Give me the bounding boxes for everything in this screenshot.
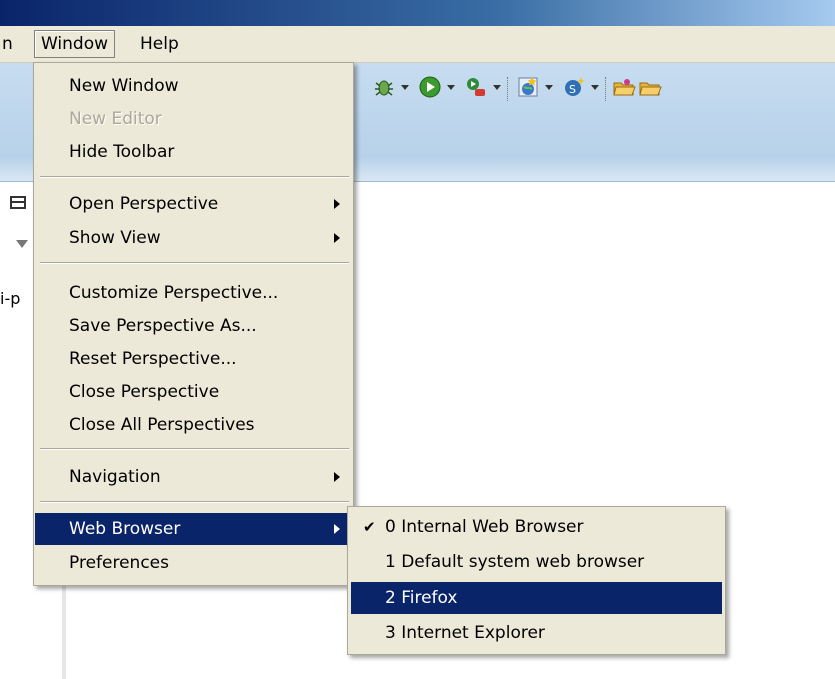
menu-separator — [40, 448, 349, 450]
menu-item-new-window[interactable]: New Window — [35, 70, 352, 102]
menu-item-label: Save Perspective As... — [69, 316, 257, 336]
new-server-dropdown-arrow-icon[interactable] — [545, 85, 553, 90]
menu-item-close-all-perspectives[interactable]: Close All Perspectives — [35, 409, 352, 441]
menu-separator — [40, 176, 349, 178]
menu-item-preferences[interactable]: Preferences — [35, 547, 352, 579]
menu-item-new-editor: New Editor — [35, 103, 352, 135]
new-class-dropdown-arrow-icon[interactable] — [591, 85, 599, 90]
new-class-icon[interactable]: S — [562, 75, 586, 99]
submenu-arrow-icon — [334, 199, 340, 209]
menu-separator — [40, 262, 349, 264]
submenu-item-firefox[interactable]: 2 Firefox — [351, 582, 722, 614]
menu-bar-item-window[interactable]: Window — [34, 30, 116, 58]
submenu-item-internal-web-browser[interactable]: ✔ 0 Internal Web Browser — [351, 511, 722, 543]
menu-bar-item-help[interactable]: Help — [134, 30, 185, 58]
submenu-item-internet-explorer[interactable]: 3 Internet Explorer — [351, 617, 722, 649]
menu-item-reset-perspective[interactable]: Reset Perspective... — [35, 343, 352, 375]
menu-item-show-view[interactable]: Show View — [35, 222, 352, 254]
menu-item-label: Close Perspective — [69, 382, 220, 402]
menu-item-label: Navigation — [69, 467, 161, 487]
menu-item-label: Preferences — [69, 553, 169, 573]
window-menu: New Window New Editor Hide Toolbar Open … — [33, 62, 354, 586]
menu-item-label: New Window — [69, 76, 179, 96]
toolbar-separator — [605, 77, 607, 101]
menu-item-label: Hide Toolbar — [69, 142, 175, 162]
run-dropdown-arrow-icon[interactable] — [447, 85, 455, 90]
menu-item-save-perspective-as[interactable]: Save Perspective As... — [35, 310, 352, 342]
menu-item-label: Web Browser — [69, 519, 181, 539]
submenu-arrow-icon — [334, 524, 340, 534]
menu-bar: n Window Help — [0, 26, 835, 63]
submenu-arrow-icon — [334, 233, 340, 243]
svg-text:S: S — [569, 83, 576, 96]
submenu-item-label: 0 Internal Web Browser — [385, 517, 584, 537]
debug-bug-icon[interactable] — [372, 75, 396, 99]
web-browser-submenu: ✔ 0 Internal Web Browser 1 Default syste… — [347, 506, 726, 655]
view-menu-triangle-icon[interactable] — [16, 240, 28, 248]
menu-item-label: Close All Perspectives — [69, 415, 255, 435]
view-window-icon[interactable] — [10, 196, 26, 209]
external-tools-dropdown-arrow-icon[interactable] — [493, 85, 501, 90]
new-server-icon[interactable] — [516, 75, 540, 99]
external-tools-icon[interactable] — [464, 75, 488, 99]
menu-item-web-browser[interactable]: Web Browser — [35, 513, 352, 545]
menu-item-navigation[interactable]: Navigation — [35, 461, 352, 493]
submenu-item-label: 2 Firefox — [385, 588, 458, 608]
debug-dropdown-arrow-icon[interactable] — [401, 85, 409, 90]
menu-item-close-perspective[interactable]: Close Perspective — [35, 376, 352, 408]
menu-separator — [40, 501, 349, 503]
submenu-arrow-icon — [334, 472, 340, 482]
open-folder-icon[interactable] — [612, 75, 636, 99]
menu-item-label: New Editor — [69, 109, 162, 129]
submenu-item-label: 3 Internet Explorer — [385, 623, 545, 643]
menu-item-hide-toolbar[interactable]: Hide Toolbar — [35, 136, 352, 168]
menu-item-label: Open Perspective — [69, 194, 219, 214]
checkmark-icon: ✔ — [363, 518, 376, 536]
toolbar-separator — [507, 77, 509, 101]
open-folder-icon[interactable] — [638, 75, 662, 99]
run-icon[interactable] — [418, 75, 442, 99]
menu-item-label: Show View — [69, 228, 161, 248]
menu-bar-item-partial[interactable]: n — [0, 30, 19, 58]
menu-item-customize-perspective[interactable]: Customize Perspective... — [35, 277, 352, 309]
submenu-item-default-system-web-browser[interactable]: 1 Default system web browser — [351, 546, 722, 578]
menu-item-open-perspective[interactable]: Open Perspective — [35, 188, 352, 220]
window-title-bar — [0, 0, 835, 26]
menu-item-label: Customize Perspective... — [69, 283, 279, 303]
left-pane-text-fragment: i-p — [0, 289, 21, 308]
submenu-item-label: 1 Default system web browser — [385, 552, 645, 572]
menu-item-label: Reset Perspective... — [69, 349, 237, 369]
